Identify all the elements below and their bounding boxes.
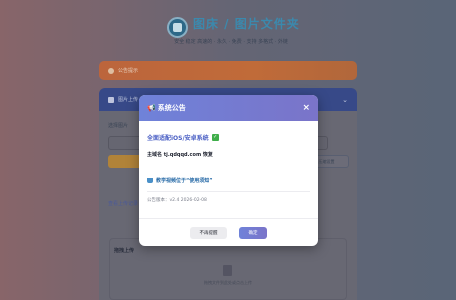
basket-icon	[147, 178, 153, 183]
check-icon: ✓	[211, 134, 219, 141]
dont-remind-button[interactable]: 不再提醒	[190, 226, 227, 239]
close-icon[interactable]: ×	[302, 103, 310, 113]
modal-title: 系统公告	[157, 104, 186, 112]
platform-text: 全面适配iOS/安卓系统	[147, 135, 209, 142]
megaphone-icon: 📢	[147, 104, 156, 112]
modal-footer: 不再提醒 确定	[139, 218, 318, 246]
announcement-version: 公告版本：v2.4 2026-02-08	[147, 198, 207, 203]
confirm-button[interactable]: 确定	[239, 226, 267, 239]
announcement-line-domain: 主域名 tj.qdqqd.com 恢复	[147, 152, 213, 158]
modal-header: 📢 系统公告 ×	[139, 95, 318, 121]
modal-body: 全面适配iOS/安卓系统 ✓ 主域名 tj.qdqqd.com 恢复 教学视频位…	[139, 121, 318, 203]
announcement-line-platform: 全面适配iOS/安卓系统 ✓	[147, 133, 310, 142]
divider	[147, 191, 310, 192]
announcement-line-video: 教学视频位于“使用须知”	[147, 177, 310, 184]
announcement-modal: 📢 系统公告 × 全面适配iOS/安卓系统 ✓ 主域名 tj.qdqqd.com…	[139, 95, 318, 246]
video-text: 教学视频位于“使用须知”	[156, 178, 213, 184]
